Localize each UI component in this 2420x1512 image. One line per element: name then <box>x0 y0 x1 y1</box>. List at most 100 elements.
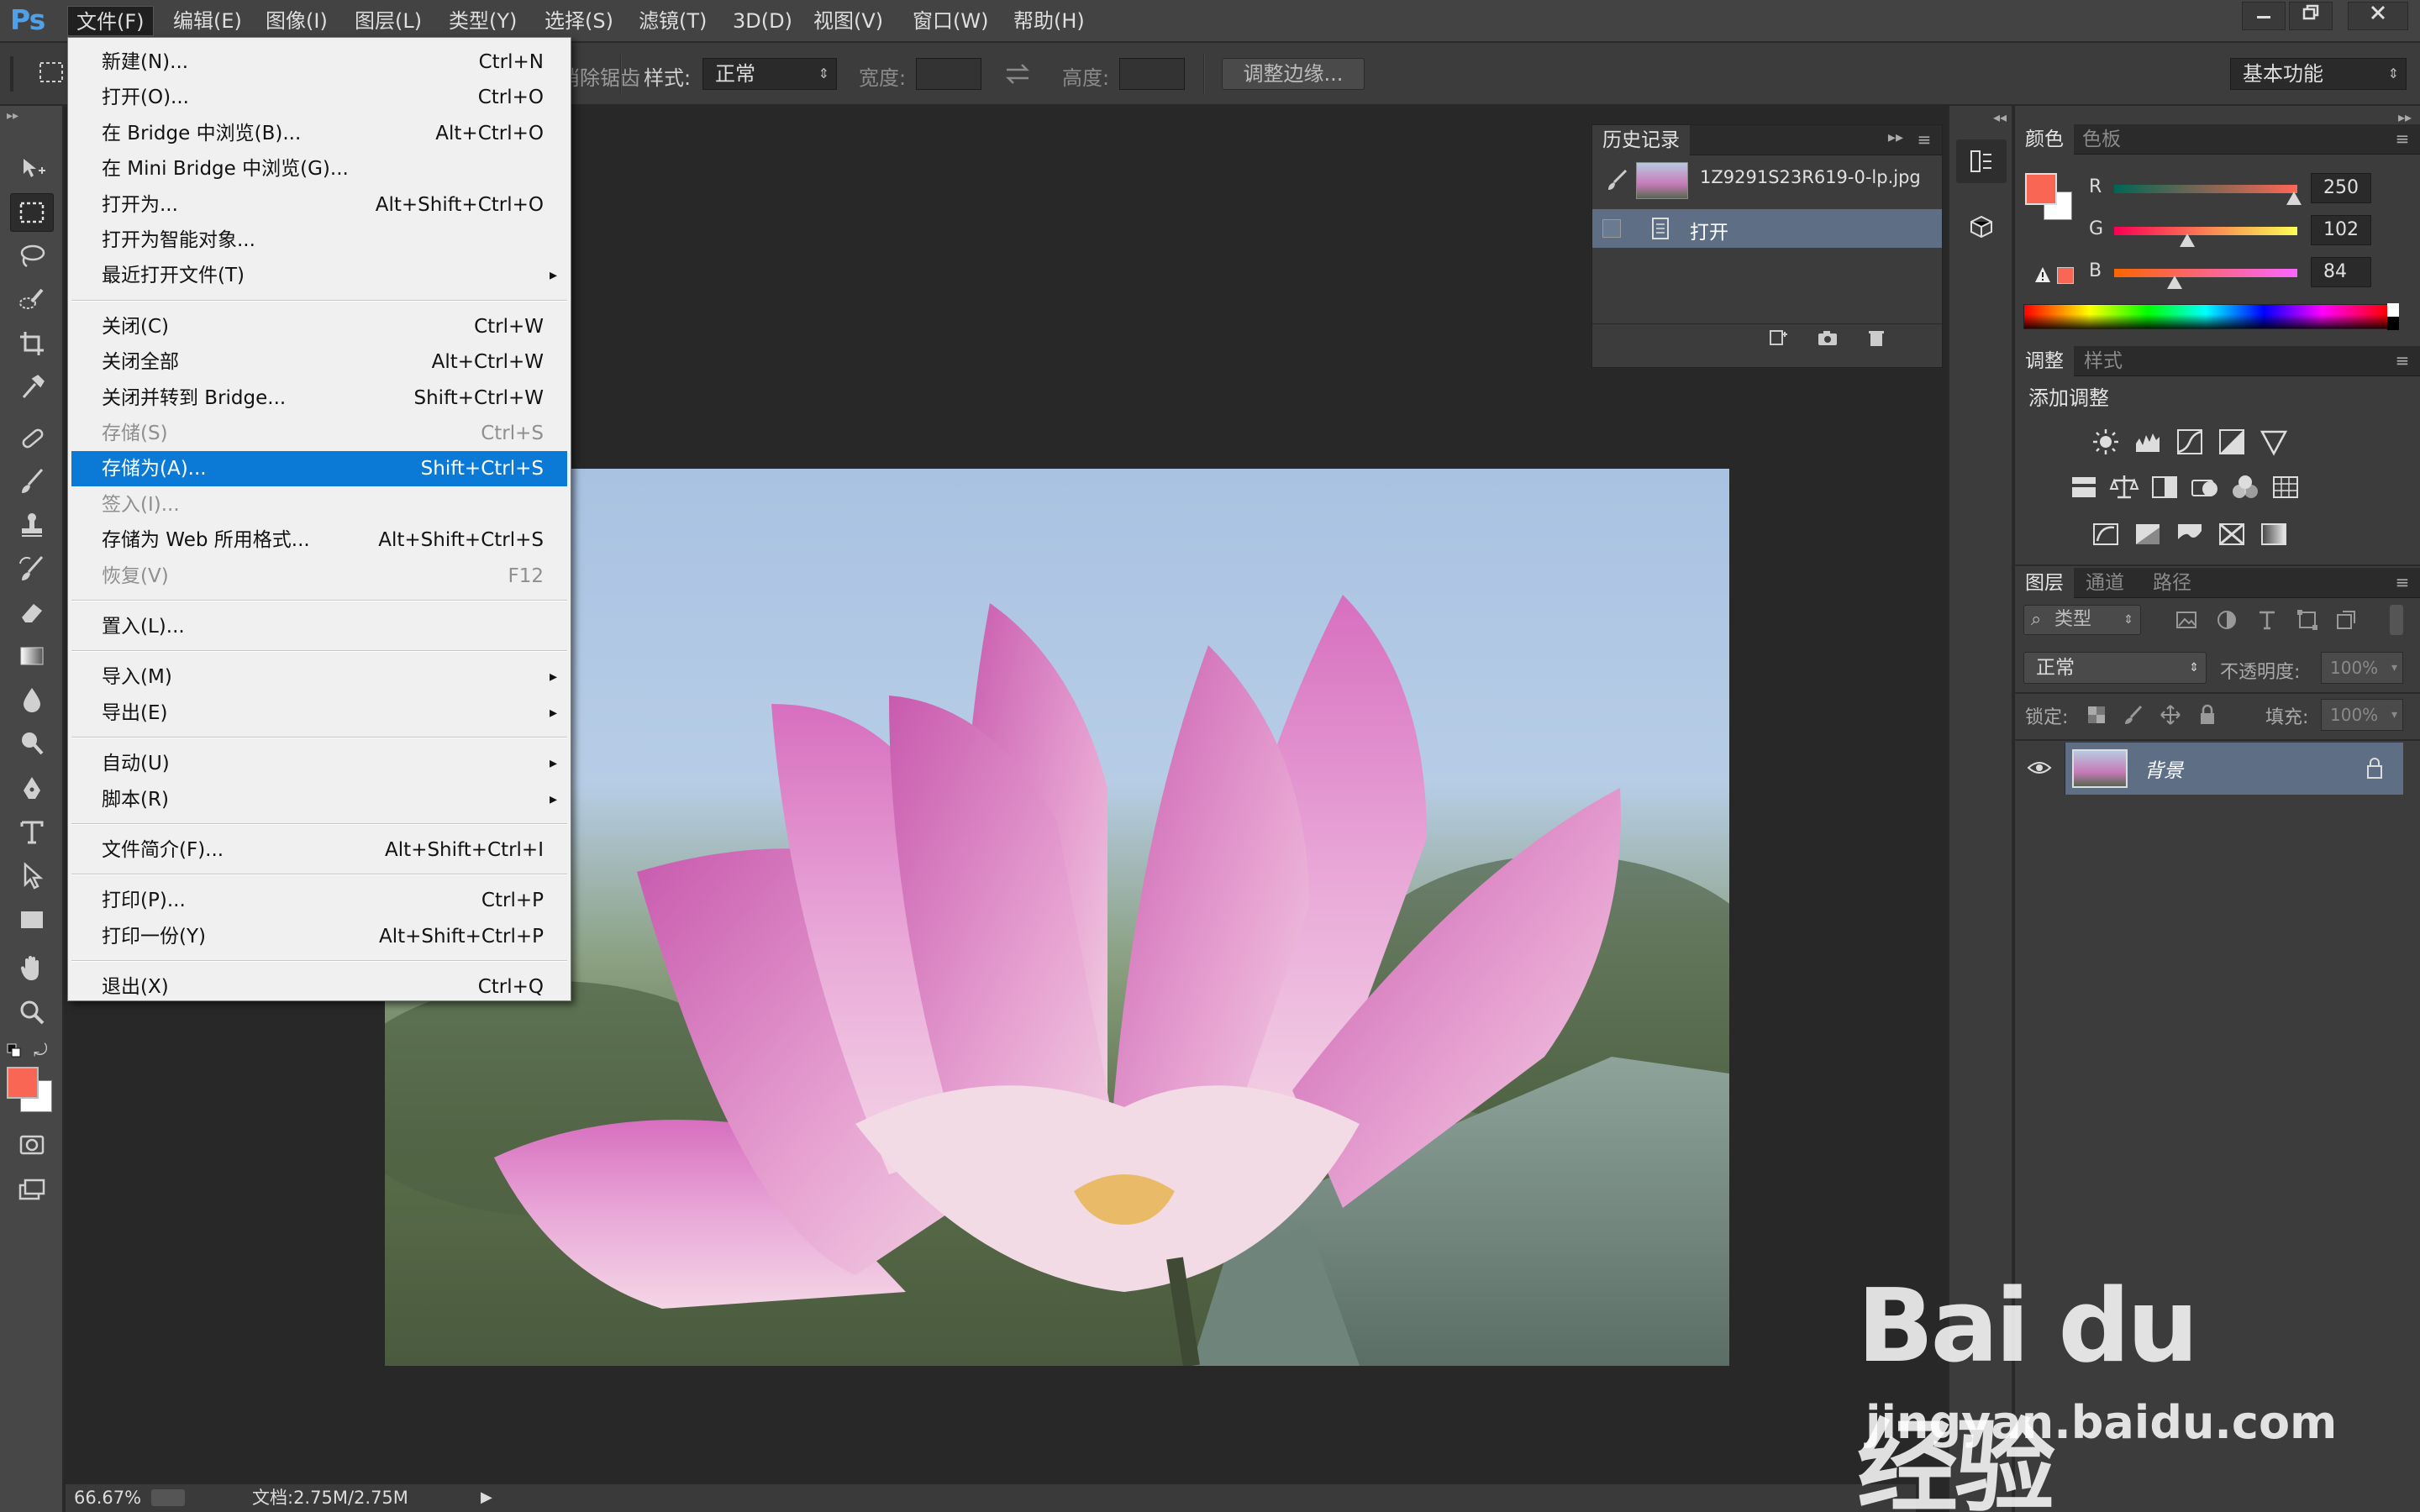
tab-color[interactable]: 颜色 <box>2015 124 2074 155</box>
blur-tool[interactable] <box>10 680 54 719</box>
lock-transparent-pixels-icon[interactable] <box>2086 704 2107 726</box>
filter-toggle-switch[interactable] <box>2390 605 2403 635</box>
hand-tool[interactable] <box>10 949 54 988</box>
menu-edit[interactable]: 编辑(E) <box>165 6 250 36</box>
swap-colors-icon[interactable]: ⤾ <box>34 1040 54 1060</box>
r-slider[interactable] <box>2114 185 2297 193</box>
fill-input[interactable]: 100% ▾ <box>2321 699 2403 731</box>
tab-channels[interactable]: 通道 <box>2075 568 2134 598</box>
file-menu-item[interactable]: 打开为智能对象... <box>71 223 567 258</box>
rectangle-tool[interactable] <box>10 900 54 939</box>
menu-type[interactable]: 类型(Y) <box>440 6 525 36</box>
menu-window[interactable]: 窗口(W) <box>904 6 997 36</box>
expand-panel-icon[interactable]: ▸▸ <box>1888 129 1903 146</box>
b-slider-thumb[interactable] <box>2166 276 2182 289</box>
layer-name[interactable]: 背景 <box>2144 754 2183 783</box>
blend-mode-select[interactable]: 正常 ⇕ <box>2023 652 2207 684</box>
type-tool[interactable] <box>10 813 54 852</box>
file-menu-item[interactable]: 打印一份(Y) Alt+Shift+Ctrl+P <box>71 919 567 954</box>
screen-mode-toggle[interactable] <box>10 1171 54 1210</box>
tab-styles[interactable]: 样式 <box>2074 346 2133 376</box>
color-balance-icon[interactable] <box>2109 472 2139 502</box>
filter-type-layers-icon[interactable] <box>2255 608 2279 632</box>
path-selection-tool[interactable] <box>10 857 54 895</box>
filter-shape-layers-icon[interactable] <box>2296 608 2319 632</box>
photo-filter-icon[interactable] <box>2190 472 2220 502</box>
zoom-level[interactable]: 66.67% <box>74 1484 141 1511</box>
threshold-icon[interactable] <box>2175 519 2205 549</box>
g-slider-thumb[interactable] <box>2180 234 2196 247</box>
panel-menu-icon[interactable]: ≡ <box>2390 570 2415 595</box>
pen-tool[interactable] <box>10 769 54 808</box>
tab-paths[interactable]: 路径 <box>2143 568 2202 598</box>
gamut-color-swatch[interactable] <box>2057 267 2074 284</box>
file-menu-item[interactable]: 脚本(R) ▸ <box>71 782 567 817</box>
quick-mask-toggle[interactable] <box>10 1126 54 1164</box>
color-panel-foreground-swatch[interactable] <box>2025 173 2057 205</box>
file-menu-item[interactable]: 在 Bridge 中浏览(B)... Alt+Ctrl+O <box>71 116 567 151</box>
clone-stamp-tool[interactable] <box>10 506 54 544</box>
hue-saturation-icon[interactable] <box>2069 472 2099 502</box>
file-menu-item[interactable]: 置入(L)... <box>71 609 567 644</box>
opacity-input[interactable]: 100% ▾ <box>2321 652 2403 684</box>
brightness-contrast-icon[interactable] <box>2091 427 2121 457</box>
brush-tool[interactable] <box>10 462 54 501</box>
style-select[interactable]: 正常 ⇕ <box>702 58 837 90</box>
gradient-map-icon[interactable] <box>2259 519 2289 549</box>
file-menu-item[interactable]: 最近打开文件(T) ▸ <box>71 258 567 293</box>
history-snapshot[interactable]: 1Z9291S23R619-0-lp.jpg <box>1592 159 1942 202</box>
b-value-input[interactable]: 84 <box>2311 257 2371 287</box>
color-lookup-icon[interactable] <box>2270 472 2301 502</box>
g-slider[interactable] <box>2114 227 2297 235</box>
r-value-input[interactable]: 250 <box>2311 173 2371 203</box>
invert-icon[interactable] <box>2091 519 2121 549</box>
lock-position-icon[interactable] <box>2160 704 2181 726</box>
crop-tool[interactable] <box>10 324 54 363</box>
file-menu-item[interactable]: 关闭全部 Alt+Ctrl+W <box>71 344 567 380</box>
file-menu-item[interactable]: 导出(E) ▸ <box>71 696 567 731</box>
file-menu-item[interactable]: 存储为(A)... Shift+Ctrl+S <box>71 451 567 487</box>
height-input[interactable] <box>1119 58 1185 90</box>
history-brush-tool[interactable] <box>10 549 54 588</box>
restore-button[interactable] <box>2289 2 2333 30</box>
selective-color-icon[interactable] <box>2217 519 2247 549</box>
menu-select[interactable]: 选择(S) <box>536 6 622 36</box>
camera-snapshot-icon[interactable] <box>1816 328 1839 348</box>
file-menu-item[interactable]: 存储为 Web 所用格式... Alt+Shift+Ctrl+S <box>71 522 567 558</box>
file-menu-item[interactable]: 退出(X) Ctrl+Q <box>71 969 567 1005</box>
zoom-tool[interactable] <box>10 993 54 1032</box>
file-menu-item[interactable]: 打开为... Alt+Shift+Ctrl+O <box>71 187 567 223</box>
black-white-icon[interactable] <box>2149 472 2180 502</box>
levels-icon[interactable] <box>2133 427 2163 457</box>
layer-visibility-cell[interactable] <box>2015 743 2065 795</box>
menu-file[interactable]: 文件(F) <box>67 6 154 36</box>
history-state-checkbox[interactable] <box>1602 219 1621 238</box>
panel-menu-icon[interactable]: ≡ <box>1912 127 1937 152</box>
b-slider[interactable] <box>2114 269 2297 277</box>
quick-selection-tool[interactable] <box>10 281 54 319</box>
lock-image-pixels-icon[interactable] <box>2123 704 2144 726</box>
refine-edge-button[interactable]: 调整边缘... <box>1222 58 1365 90</box>
file-menu-item[interactable]: 打印(P)... Ctrl+P <box>71 883 567 918</box>
r-slider-thumb[interactable] <box>2286 192 2302 205</box>
gradient-tool[interactable] <box>10 637 54 675</box>
expand-dock-icon[interactable]: ▸▸ <box>2398 109 2412 125</box>
rectangular-marquee-tool[interactable] <box>10 193 54 232</box>
trash-icon[interactable] <box>1865 328 1888 348</box>
color-spectrum-ramp[interactable] <box>2023 303 2399 330</box>
lasso-tool[interactable] <box>10 237 54 276</box>
layer-row-background[interactable]: 背景 <box>2015 743 2403 795</box>
spot-healing-tool[interactable] <box>10 418 54 457</box>
layer-filter-select[interactable]: ⌕ 类型 ⇕ <box>2023 605 2141 635</box>
menu-layer[interactable]: 图层(L) <box>346 6 430 36</box>
tab-adjustments[interactable]: 调整 <box>2015 346 2074 376</box>
lotus-photo[interactable] <box>385 469 1729 1366</box>
dodge-tool[interactable] <box>10 724 54 763</box>
close-button[interactable] <box>2348 2 2408 30</box>
menu-filter[interactable]: 滤镜(T) <box>630 6 715 36</box>
file-menu-item[interactable]: 打开(O)... Ctrl+O <box>71 80 567 115</box>
tab-layers[interactable]: 图层 <box>2015 568 2074 598</box>
file-menu-item[interactable]: 自动(U) ▸ <box>71 746 567 781</box>
new-document-from-state-icon[interactable] <box>1767 328 1791 348</box>
menu-3d[interactable]: 3D(D) <box>724 6 801 36</box>
